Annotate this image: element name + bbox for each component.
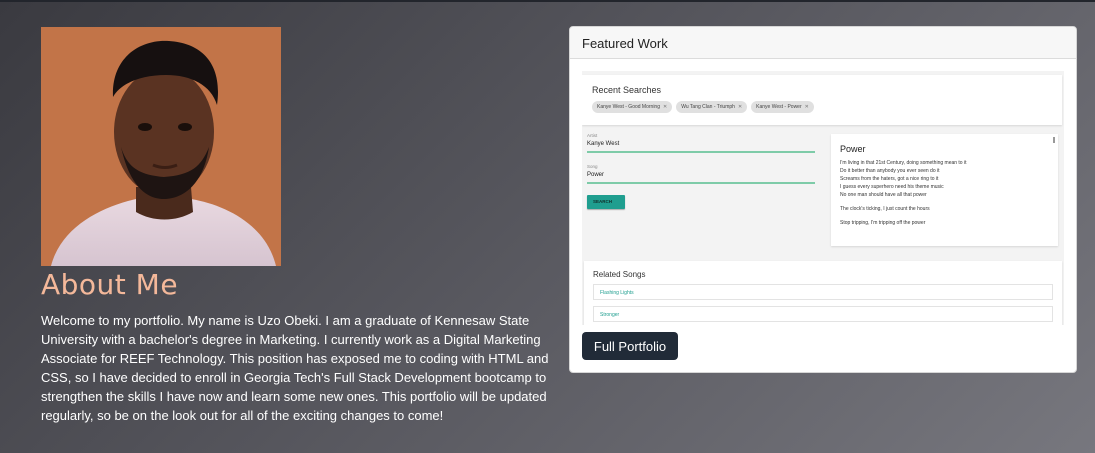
artist-value: Kanye West: [587, 141, 620, 147]
search-chip: Kanye West - Power ✕: [751, 101, 814, 113]
profile-photo: [41, 27, 281, 266]
lyric-line: The clock's ticking, I just count the ho…: [840, 206, 930, 212]
card-header: Featured Work: [570, 27, 1076, 59]
full-portfolio-button[interactable]: Full Portfolio: [582, 332, 678, 360]
search-chip: Kanye West - Good Morning ✕: [592, 101, 673, 113]
lyric-line: I'm living in that 21st Century, doing s…: [840, 160, 967, 166]
search-chip: Wu Tang Clan - Triumph ✕: [676, 101, 748, 113]
related-songs-panel: Related Songs Flashing Lights Stronger: [584, 261, 1062, 325]
recent-searches-title: Recent Searches: [592, 85, 662, 95]
song-label: Song: [587, 164, 598, 169]
related-song-item: Stronger: [593, 306, 1053, 322]
lyrics-title: Power: [840, 144, 866, 154]
lyrics-panel: Power I'm living in that 21st Century, d…: [831, 134, 1058, 246]
scrollbar-thumb: [1053, 137, 1055, 143]
lyric-line: No one man should have all that power: [840, 192, 927, 198]
input-underline: [587, 182, 815, 184]
related-songs-title: Related Songs: [593, 270, 646, 279]
artist-label: Artist: [587, 133, 598, 138]
close-icon: ✕: [737, 104, 743, 110]
search-button-image: SEARCH: [587, 195, 625, 209]
close-icon: ✕: [804, 104, 809, 110]
lyric-line: Do it better than anybody you ever seen …: [840, 168, 940, 174]
top-border: [0, 0, 1095, 2]
related-song-item: Flashing Lights: [593, 284, 1053, 300]
featured-work-card: Featured Work Recent Searches Kanye West…: [569, 26, 1077, 373]
recent-searches-panel: Recent Searches Kanye West - Good Mornin…: [582, 75, 1062, 125]
about-title: About Me: [41, 268, 179, 301]
lyric-line: Screams from the haters, got a nice ring…: [840, 176, 939, 182]
lyric-line: I guess every superhero need his theme m…: [840, 184, 944, 190]
project-screenshot[interactable]: Recent Searches Kanye West - Good Mornin…: [582, 71, 1064, 325]
about-description: Welcome to my portfolio. My name is Uzo …: [41, 313, 549, 423]
lyric-line: Stop tripping, I'm tripping off the powe…: [840, 220, 926, 226]
song-value: Power: [587, 172, 605, 178]
close-icon: ✕: [663, 104, 668, 110]
search-form: Artist Kanye West Song Power SEARCH: [582, 131, 822, 251]
input-underline: [587, 151, 815, 153]
